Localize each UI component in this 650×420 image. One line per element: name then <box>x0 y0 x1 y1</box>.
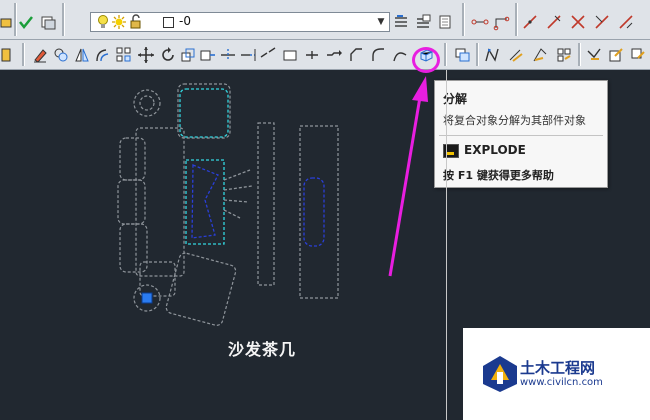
tooltip-help: 按 F1 键获得更多帮助 <box>443 169 554 182</box>
watermark-logo-icon <box>483 356 517 392</box>
sofa-cushion-top <box>119 137 146 181</box>
selected-cushion <box>303 177 325 247</box>
sofa-cushion-mid <box>117 179 146 225</box>
selected-objects <box>179 88 325 247</box>
selection-grip <box>141 292 153 304</box>
tooltip-description: 将复合对象分解为其部件对象 <box>443 114 586 127</box>
pointer-arrowhead <box>412 76 428 102</box>
sofa-cushion-bottom <box>119 223 148 273</box>
drawing-label: 沙发茶几 <box>228 340 297 359</box>
side-table <box>299 125 339 299</box>
armchair-bottom-right <box>165 252 237 326</box>
selected-table-inner <box>191 164 219 239</box>
viewport-border <box>446 70 447 420</box>
tooltip-command: EXPLODE <box>464 143 526 157</box>
watermark-name: 土木工程网 <box>520 359 596 377</box>
sofa-back <box>135 127 185 277</box>
plant-lines <box>223 169 253 219</box>
explode-tooltip: 分解 将复合对象分解为其部件对象 EXPLODE 按 F1 键获得更多帮助 <box>434 80 608 188</box>
lamp-inner <box>139 95 155 111</box>
pointer-arrow <box>388 96 422 277</box>
watermark-url: www.civilcn.com <box>520 377 603 388</box>
tooltip-divider <box>439 135 603 136</box>
explode-highlight-circle <box>412 47 440 73</box>
armchair-top-back <box>177 83 231 139</box>
selected-chair-top <box>179 88 229 138</box>
lamp-outer <box>133 89 161 117</box>
tea-table-frame <box>257 122 275 286</box>
armchair-bottom-left <box>139 261 176 297</box>
